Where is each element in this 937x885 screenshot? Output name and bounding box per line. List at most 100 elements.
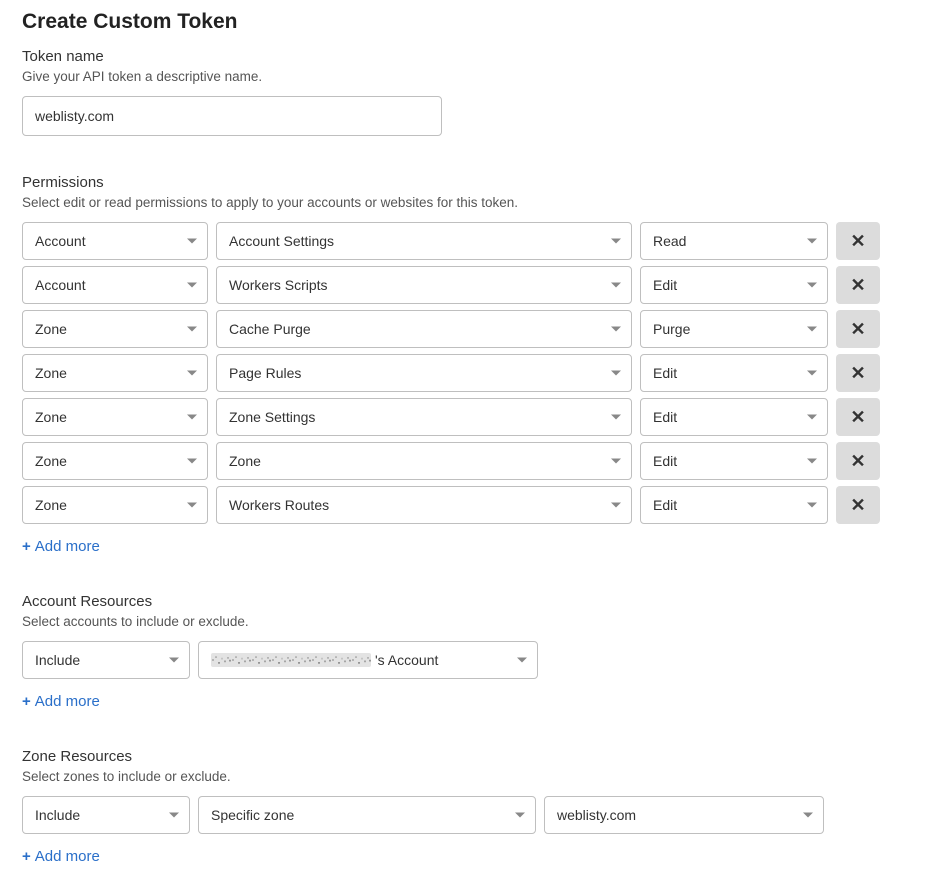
select-value: Zone — [35, 321, 67, 337]
permission-row: Zone Cache Purge Purge ✕ — [22, 310, 915, 348]
account-resources-section: Account Resources Select accounts to inc… — [22, 593, 915, 710]
select-value: Edit — [653, 409, 677, 425]
select-value: Zone — [35, 409, 67, 425]
zone-mode-select[interactable]: Include — [22, 796, 190, 834]
add-more-label: Add more — [35, 693, 100, 710]
chevron-down-icon — [187, 283, 197, 288]
account-mode-select[interactable]: Include — [22, 641, 190, 679]
account-resources-add-more[interactable]: + Add more — [22, 693, 100, 710]
close-icon: ✕ — [850, 495, 865, 516]
select-value: Specific zone — [211, 807, 294, 823]
permission-item-select[interactable]: Cache Purge — [216, 310, 632, 348]
permission-scope-select[interactable]: Account — [22, 266, 208, 304]
account-select[interactable]: 's Account — [198, 641, 538, 679]
permissions-add-more[interactable]: + Add more — [22, 538, 100, 555]
select-value: Edit — [653, 365, 677, 381]
permission-item-select[interactable]: Page Rules — [216, 354, 632, 392]
zone-selector-select[interactable]: Specific zone — [198, 796, 536, 834]
select-value: Cache Purge — [229, 321, 311, 337]
remove-permission-button[interactable]: ✕ — [836, 266, 880, 304]
chevron-down-icon — [611, 283, 621, 288]
chevron-down-icon — [803, 813, 813, 818]
zone-value-select[interactable]: weblisty.com — [544, 796, 824, 834]
select-value: Zone Settings — [229, 409, 315, 425]
permissions-helper: Select edit or read permissions to apply… — [22, 195, 915, 210]
permission-item-select[interactable]: Zone — [216, 442, 632, 480]
permission-item-select[interactable]: Zone Settings — [216, 398, 632, 436]
permission-row: Zone Zone Edit ✕ — [22, 442, 915, 480]
chevron-down-icon — [807, 327, 817, 332]
close-icon: ✕ — [850, 451, 865, 472]
permission-row: Zone Zone Settings Edit ✕ — [22, 398, 915, 436]
permission-scope-select[interactable]: Zone — [22, 442, 208, 480]
permission-scope-select[interactable]: Zone — [22, 310, 208, 348]
chevron-down-icon — [611, 239, 621, 244]
close-icon: ✕ — [850, 275, 865, 296]
permission-action-select[interactable]: Read — [640, 222, 828, 260]
chevron-down-icon — [807, 239, 817, 244]
permission-action-select[interactable]: Edit — [640, 486, 828, 524]
permission-row: Zone Workers Routes Edit ✕ — [22, 486, 915, 524]
permission-item-select[interactable]: Account Settings — [216, 222, 632, 260]
close-icon: ✕ — [850, 319, 865, 340]
page-title: Create Custom Token — [22, 10, 915, 34]
chevron-down-icon — [169, 658, 179, 663]
chevron-down-icon — [517, 658, 527, 663]
token-name-input[interactable] — [22, 96, 442, 136]
plus-icon: + — [22, 693, 31, 710]
token-name-section: Token name Give your API token a descrip… — [22, 48, 915, 136]
permission-action-select[interactable]: Edit — [640, 354, 828, 392]
permission-scope-select[interactable]: Zone — [22, 354, 208, 392]
chevron-down-icon — [187, 503, 197, 508]
permission-row: Zone Page Rules Edit ✕ — [22, 354, 915, 392]
select-value: Zone — [35, 453, 67, 469]
permission-action-select[interactable]: Purge — [640, 310, 828, 348]
remove-permission-button[interactable]: ✕ — [836, 222, 880, 260]
select-value: Workers Scripts — [229, 277, 328, 293]
permission-scope-select[interactable]: Account — [22, 222, 208, 260]
select-value: Edit — [653, 277, 677, 293]
select-value: Read — [653, 233, 686, 249]
chevron-down-icon — [187, 239, 197, 244]
remove-permission-button[interactable]: ✕ — [836, 442, 880, 480]
chevron-down-icon — [611, 415, 621, 420]
plus-icon: + — [22, 848, 31, 865]
select-value: weblisty.com — [557, 807, 636, 823]
permission-scope-select[interactable]: Zone — [22, 486, 208, 524]
chevron-down-icon — [515, 813, 525, 818]
plus-icon: + — [22, 538, 31, 555]
permissions-label: Permissions — [22, 174, 915, 191]
token-name-label: Token name — [22, 48, 915, 65]
select-value: Purge — [653, 321, 690, 337]
select-value: Zone — [35, 365, 67, 381]
permission-item-select[interactable]: Workers Scripts — [216, 266, 632, 304]
remove-permission-button[interactable]: ✕ — [836, 354, 880, 392]
permission-action-select[interactable]: Edit — [640, 442, 828, 480]
chevron-down-icon — [169, 813, 179, 818]
select-value: Account — [35, 277, 86, 293]
select-value: Account Settings — [229, 233, 334, 249]
select-value: Workers Routes — [229, 497, 329, 513]
token-name-helper: Give your API token a descriptive name. — [22, 69, 915, 84]
chevron-down-icon — [807, 283, 817, 288]
permission-action-select[interactable]: Edit — [640, 398, 828, 436]
chevron-down-icon — [611, 459, 621, 464]
chevron-down-icon — [187, 327, 197, 332]
redacted-account-name — [211, 653, 371, 667]
remove-permission-button[interactable]: ✕ — [836, 486, 880, 524]
zone-resources-add-more[interactable]: + Add more — [22, 848, 100, 865]
add-more-label: Add more — [35, 848, 100, 865]
chevron-down-icon — [187, 371, 197, 376]
chevron-down-icon — [807, 459, 817, 464]
remove-permission-button[interactable]: ✕ — [836, 310, 880, 348]
account-suffix: 's Account — [375, 652, 438, 668]
chevron-down-icon — [611, 503, 621, 508]
permission-action-select[interactable]: Edit — [640, 266, 828, 304]
remove-permission-button[interactable]: ✕ — [836, 398, 880, 436]
close-icon: ✕ — [850, 363, 865, 384]
permission-item-select[interactable]: Workers Routes — [216, 486, 632, 524]
permissions-section: Permissions Select edit or read permissi… — [22, 174, 915, 555]
select-value: Zone — [229, 453, 261, 469]
chevron-down-icon — [187, 415, 197, 420]
permission-scope-select[interactable]: Zone — [22, 398, 208, 436]
